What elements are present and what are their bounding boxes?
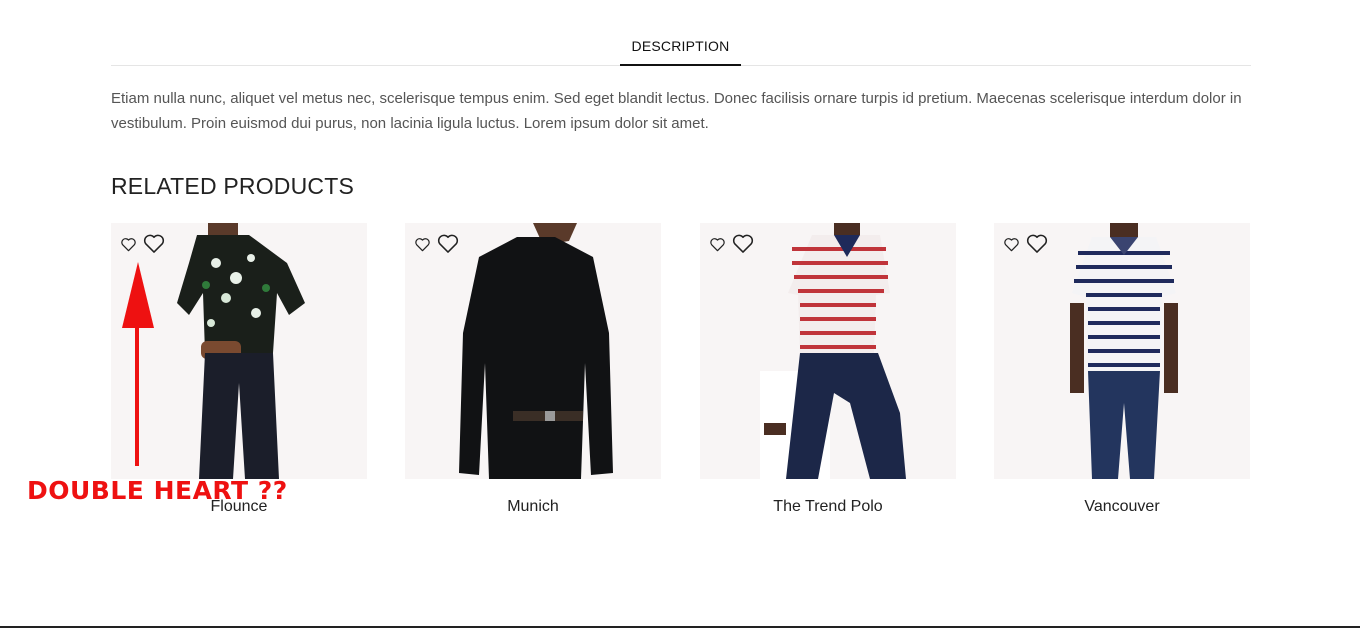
product-card-vancouver[interactable]: Vancouver <box>994 223 1250 516</box>
heart-outline-icon[interactable] <box>436 233 460 254</box>
annotation-arrow-icon <box>122 262 154 466</box>
annotation-label: DOUBLE HEART ?? <box>27 476 288 505</box>
heart-outline-small-icon[interactable] <box>1003 237 1020 252</box>
tab-description[interactable]: DESCRIPTION <box>620 24 741 66</box>
product-description: Etiam nulla nunc, aliquet vel metus nec,… <box>111 90 1242 132</box>
heart-outline-small-icon[interactable] <box>709 237 726 252</box>
product-image[interactable] <box>700 223 956 479</box>
product-name[interactable]: The Trend Polo <box>700 498 956 516</box>
product-photo <box>1070 223 1178 479</box>
product-card-the-trend-polo[interactable]: The Trend Polo <box>700 223 956 516</box>
heart-outline-icon[interactable] <box>1025 233 1049 254</box>
heart-outline-icon[interactable] <box>142 233 166 254</box>
heart-outline-icon[interactable] <box>731 233 755 254</box>
product-name[interactable]: Vancouver <box>994 498 1250 516</box>
related-products-heading: RELATED PRODUCTS <box>111 173 355 199</box>
product-name[interactable]: Munich <box>405 498 661 516</box>
product-card-munich[interactable]: Munich <box>405 223 661 516</box>
product-image[interactable] <box>994 223 1250 479</box>
product-page: DESCRIPTION Etiam nulla nunc, aliquet ve… <box>0 0 1360 628</box>
heart-outline-small-icon[interactable] <box>414 237 431 252</box>
product-photo <box>459 223 613 479</box>
heart-outline-small-icon[interactable] <box>120 237 137 252</box>
product-image[interactable] <box>405 223 661 479</box>
product-photo <box>760 223 906 479</box>
product-tabs: DESCRIPTION <box>111 24 1251 66</box>
